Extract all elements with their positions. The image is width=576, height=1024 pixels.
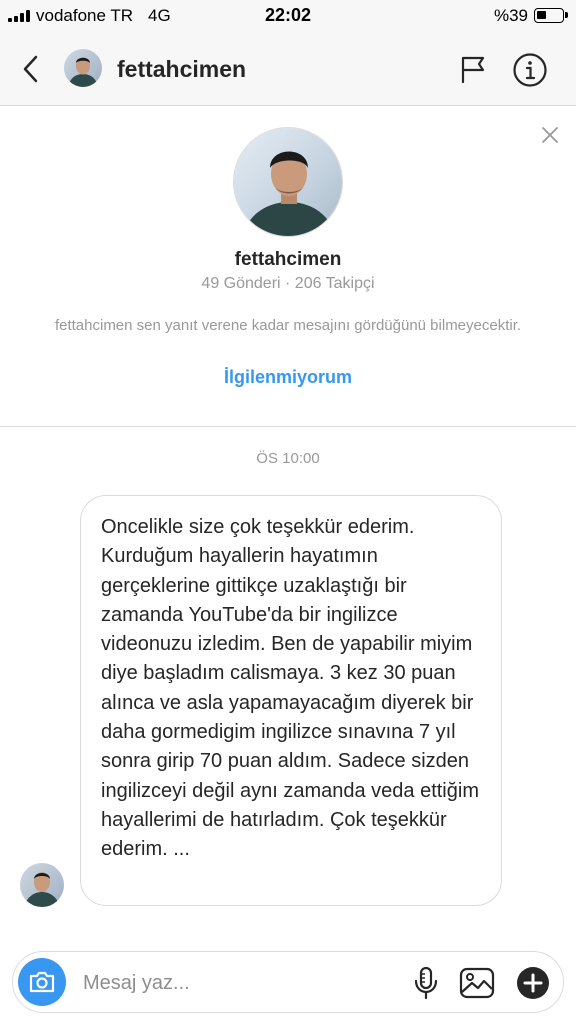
- message-input[interactable]: [83, 968, 383, 998]
- profile-name: fettahcimen: [234, 249, 342, 270]
- plus-circle-icon: [517, 967, 549, 999]
- not-interested-button[interactable]: İlgilenmiyorum: [0, 367, 576, 388]
- close-button[interactable]: [538, 123, 562, 147]
- avatar[interactable]: [64, 49, 102, 87]
- camera-button[interactable]: [18, 958, 66, 1006]
- voice-message-button[interactable]: [409, 965, 443, 1001]
- chat-username[interactable]: fettahcimen: [117, 56, 246, 83]
- microphone-icon: [414, 966, 438, 1000]
- message-bubble[interactable]: Oncelikle size çok teşekkür ederim. Kurd…: [80, 495, 502, 906]
- back-button[interactable]: [14, 52, 48, 86]
- profile-stats: 49 Gönderi · 206 Takipçi: [201, 275, 375, 292]
- message-timestamp: ÖS 10:00: [256, 450, 320, 467]
- more-options-button[interactable]: [515, 965, 551, 1001]
- message-request-note: fettahcimen sen yanıt verene kadar mesaj…: [54, 317, 522, 334]
- info-button[interactable]: [510, 50, 550, 90]
- camera-icon: [29, 971, 55, 993]
- chat-header: fettahcimen: [0, 32, 576, 106]
- battery-percentage: %39: [493, 6, 528, 25]
- profile-card: fettahcimen 49 Gönderi · 206 Takipçi fet…: [0, 107, 576, 427]
- close-icon: [542, 127, 558, 143]
- report-button[interactable]: [454, 50, 492, 88]
- message-text: Oncelikle size çok teşekkür ederim. Kurd…: [101, 516, 479, 861]
- flag-icon: [461, 56, 485, 84]
- status-bar: vodafone TR 4G 22:02 %39: [0, 0, 576, 32]
- profile-avatar[interactable]: [233, 127, 343, 237]
- info-icon: [513, 53, 547, 87]
- gallery-button[interactable]: [457, 965, 497, 1001]
- sender-avatar[interactable]: [20, 863, 64, 907]
- image-icon: [459, 967, 495, 999]
- status-time: 22:02: [264, 5, 312, 25]
- battery-icon: [534, 8, 568, 23]
- message-composer: [12, 951, 564, 1013]
- chevron-left-icon: [23, 55, 38, 83]
